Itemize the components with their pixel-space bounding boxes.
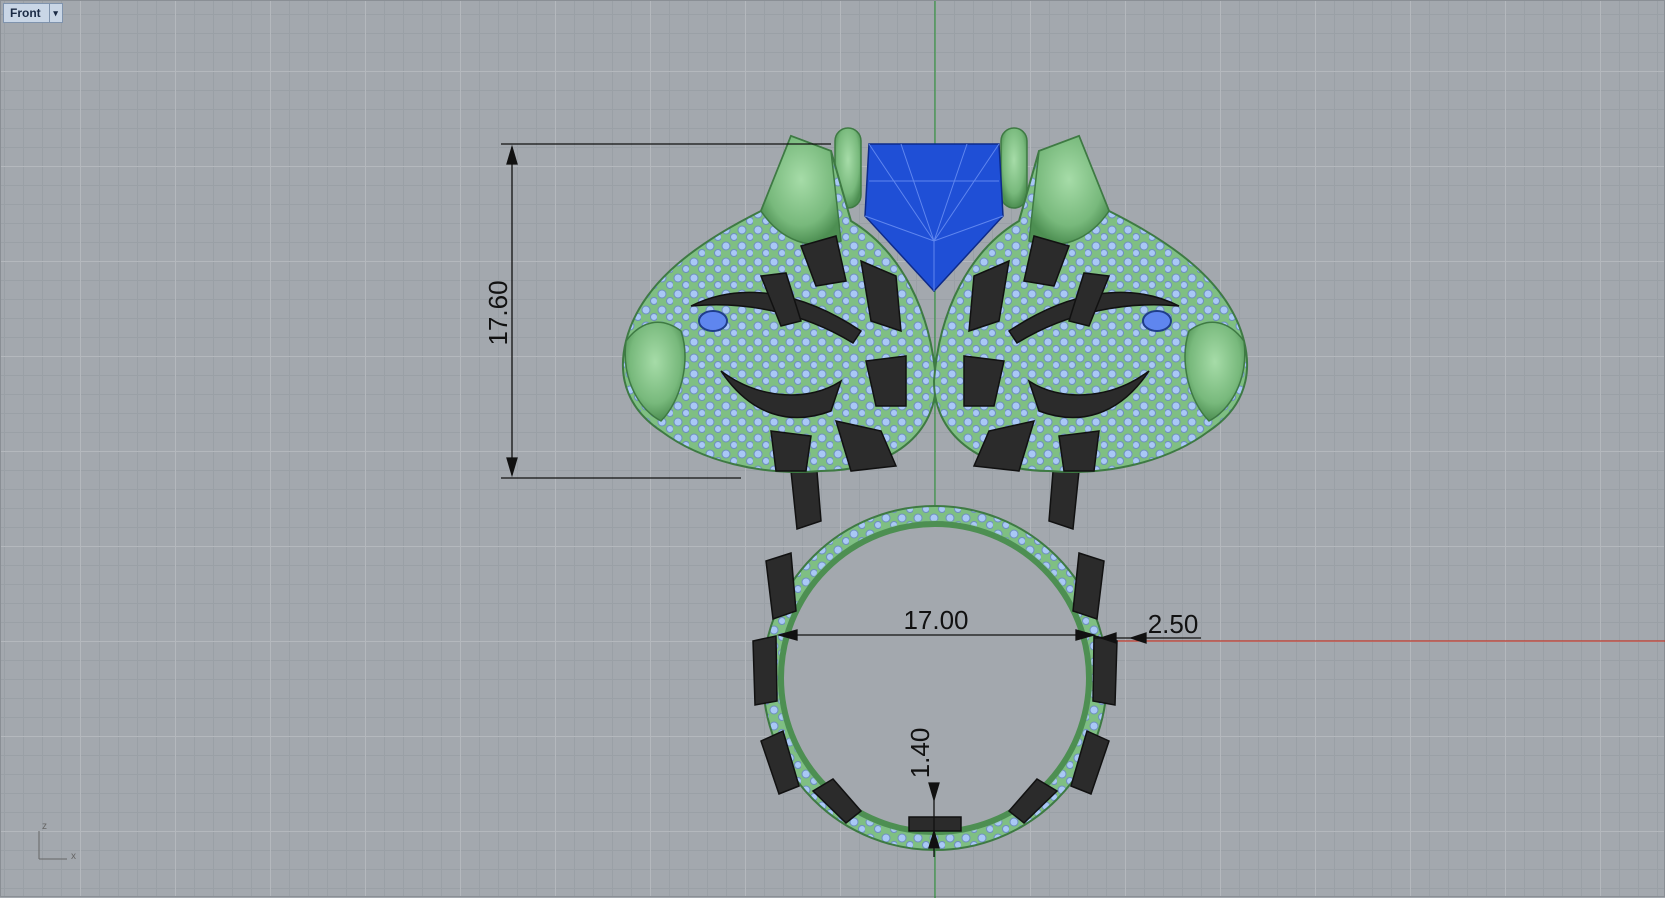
dimension-band-thickness-label: 1.40 xyxy=(905,728,935,779)
dimension-height-label: 17.60 xyxy=(483,280,513,345)
model-scene[interactable]: 17.60 17.00 2.50 1.40 xyxy=(1,1,1665,898)
axis-x-label: x xyxy=(71,851,76,862)
dimension-band-width-label: 2.50 xyxy=(1148,609,1199,639)
front-viewport[interactable]: Front ▾ 17.60 17.00 2.50 1.40 z x xyxy=(0,0,1665,898)
axis-z-label: z xyxy=(42,821,47,832)
axis-orientation-icon: z x xyxy=(35,821,85,862)
dimension-inner-diameter-label: 17.00 xyxy=(903,605,968,635)
